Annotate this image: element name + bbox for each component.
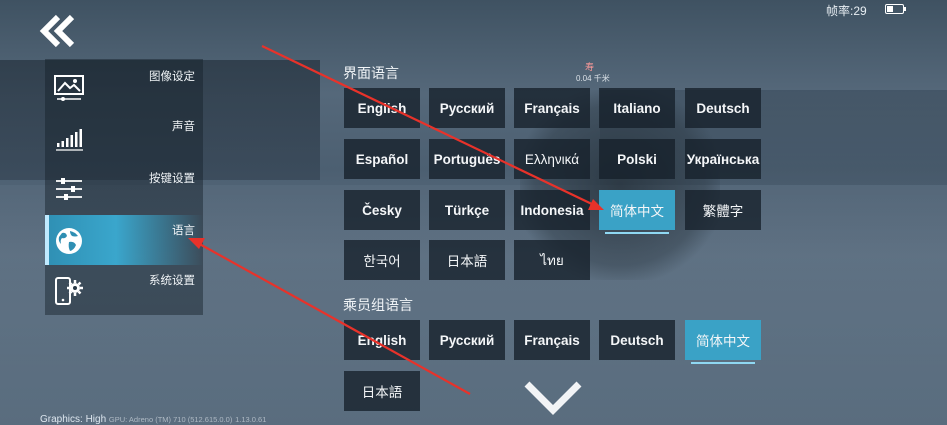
- settings-sidebar: 图像设定 声音 按键设置 语言 系统设置: [45, 59, 203, 315]
- ui-lang-english-button[interactable]: English: [344, 88, 420, 128]
- battery-icon: [885, 4, 906, 14]
- gpu-label: GPU: Adreno (TM) 710 (512.615.0.0): [108, 415, 233, 424]
- sidebar-item-sound[interactable]: 声音: [45, 111, 203, 161]
- sidebar-item-controls[interactable]: 按键设置: [45, 163, 203, 213]
- ui-lang-thai-button[interactable]: ไทย: [514, 240, 590, 280]
- ui-language-title: 界面语言: [343, 65, 399, 81]
- sidebar-item-label: 语言: [172, 225, 195, 237]
- sidebar-item-system[interactable]: 系统设置: [45, 265, 203, 315]
- sidebar-item-language[interactable]: 语言: [45, 215, 203, 265]
- ui-lang-portuguese-button[interactable]: Português: [429, 139, 505, 179]
- scroll-down-button[interactable]: [523, 378, 583, 418]
- ui-lang-simplified-chinese-button[interactable]: 简体中文: [599, 190, 675, 234]
- ui-lang-spanish-button[interactable]: Español: [344, 139, 420, 179]
- ui-lang-greek-button[interactable]: Ελληνικά: [514, 139, 590, 179]
- fps-counter: 帧率:29: [826, 4, 867, 18]
- ui-lang-turkish-button[interactable]: Türkçe: [429, 190, 505, 230]
- sidebar-item-label: 图像设定: [149, 71, 195, 83]
- ui-lang-korean-button[interactable]: 한국어: [344, 240, 420, 280]
- chevron-down-icon: [524, 381, 582, 415]
- crew-lang-english-button[interactable]: English: [344, 320, 420, 360]
- build-version-label: 1.13.0.61: [235, 415, 267, 424]
- back-button[interactable]: [38, 14, 78, 48]
- target-distance-label: 0.04 千米: [576, 74, 610, 83]
- sidebar-item-label: 按键设置: [149, 173, 195, 185]
- ui-lang-traditional-chinese-button[interactable]: 繁體字: [685, 190, 761, 230]
- ui-lang-russian-button[interactable]: Русский: [429, 88, 505, 128]
- target-name-label: 寿: [585, 62, 595, 72]
- crew-lang-french-button[interactable]: Français: [514, 320, 590, 360]
- double-chevron-left-icon: [39, 14, 75, 48]
- sidebar-item-graphics[interactable]: 图像设定: [45, 61, 203, 111]
- image-icon: [54, 75, 84, 101]
- ui-lang-japanese-button[interactable]: 日本語: [429, 240, 505, 280]
- crew-lang-russian-button[interactable]: Русский: [429, 320, 505, 360]
- device-info: Graphics: High GPU: Adreno (TM) 710 (512…: [40, 414, 266, 425]
- ui-lang-polish-button[interactable]: Polski: [599, 139, 675, 179]
- ui-lang-french-button[interactable]: Français: [514, 88, 590, 128]
- sliders-icon: [56, 178, 82, 200]
- signal-bars-icon: [56, 129, 83, 151]
- phone-gear-icon: [55, 277, 83, 305]
- crew-lang-japanese-button[interactable]: 日本語: [344, 371, 420, 411]
- globe-icon: [56, 228, 82, 254]
- crew-lang-simplified-chinese-button[interactable]: 简体中文: [685, 320, 761, 364]
- crew-language-title: 乘员组语言: [343, 297, 413, 313]
- ui-lang-indonesian-button[interactable]: Indonesia: [514, 190, 590, 230]
- crew-lang-german-button[interactable]: Deutsch: [599, 320, 675, 360]
- graphics-quality-label: Graphics: High: [40, 414, 107, 425]
- ui-lang-czech-button[interactable]: Česky: [344, 190, 420, 230]
- ui-lang-german-button[interactable]: Deutsch: [685, 88, 761, 128]
- ui-lang-italian-button[interactable]: Italiano: [599, 88, 675, 128]
- sidebar-item-label: 系统设置: [149, 275, 195, 287]
- sidebar-item-label: 声音: [172, 121, 195, 133]
- ui-lang-ukrainian-button[interactable]: Українська: [685, 139, 761, 179]
